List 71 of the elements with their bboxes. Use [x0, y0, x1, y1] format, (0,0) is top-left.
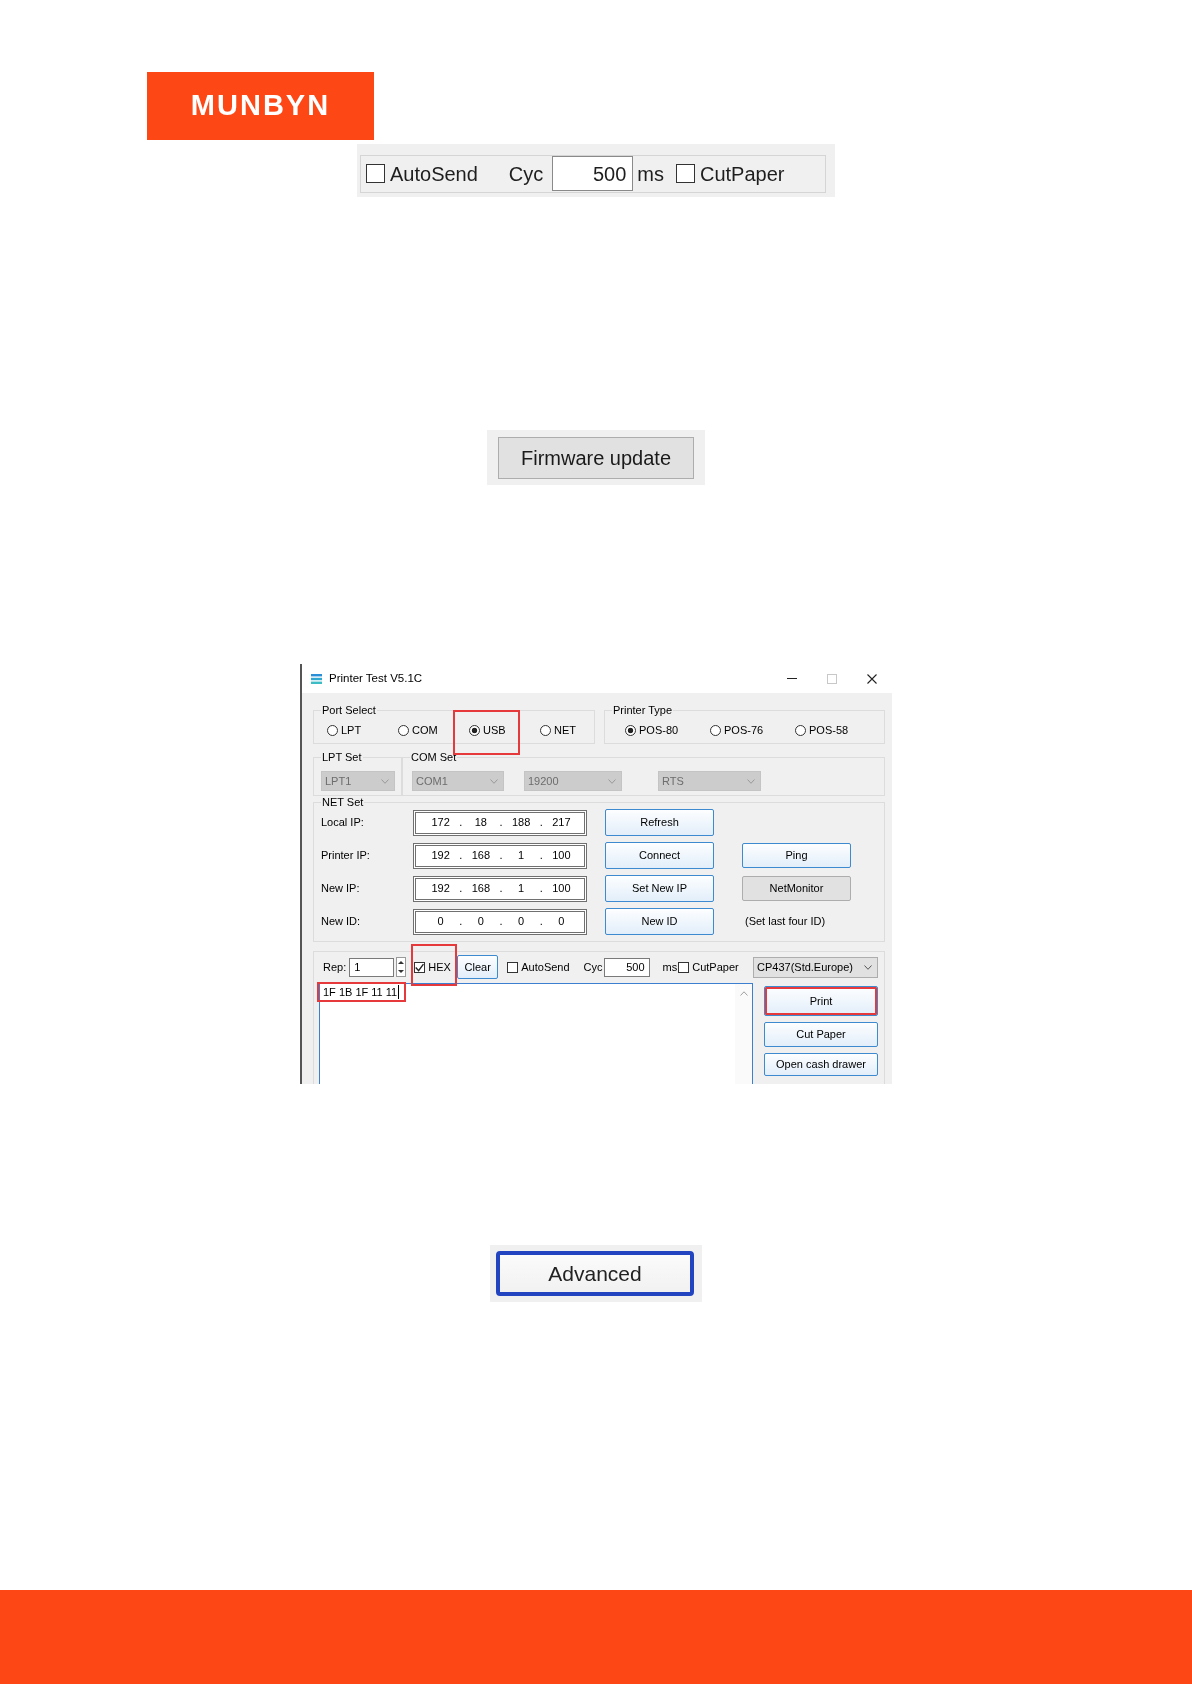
radio-label[interactable]: POS-76 [724, 723, 764, 737]
radio-button[interactable] [795, 724, 806, 736]
unit-label: ms [637, 161, 664, 186]
group-label: NET Set [321, 796, 365, 809]
radio-label[interactable]: COM [412, 723, 438, 737]
brand-logo: MUNBYN [147, 72, 374, 140]
radio-label[interactable]: POS-80 [639, 723, 679, 737]
text-input-area[interactable]: 1F 1B 1F 11 11 [319, 983, 753, 1084]
field-label: Printer IP: [321, 849, 371, 862]
repeat-count-field[interactable]: 1 [349, 957, 395, 977]
net-monitor-button[interactable]: NetMonitor [742, 876, 851, 901]
checkmark-icon [415, 962, 425, 972]
close-icon[interactable] [867, 673, 877, 684]
checkbox[interactable] [414, 961, 426, 973]
checkbox-label[interactable]: CutPaper [692, 960, 739, 974]
ip-address-field[interactable]: 0 . 0 . 0 . 0 [413, 908, 587, 935]
input-text: 1F 1B 1F 11 11 [323, 985, 400, 999]
open-cash-drawer-button[interactable]: Open cash drawer [764, 1053, 878, 1076]
print-button[interactable]: Print [764, 986, 878, 1016]
stacked-bars-icon [311, 673, 322, 684]
ip-address-field[interactable]: 172 . 18 . 188 . 217 [413, 809, 587, 836]
checkbox-label: AutoSend [390, 161, 478, 186]
spinner[interactable] [396, 957, 407, 977]
new-id-button[interactable]: New ID [605, 908, 714, 935]
radio-label[interactable]: LPT [341, 723, 362, 737]
ip-address-field[interactable]: 192 . 168 . 1 . 100 [413, 842, 587, 869]
checkbox[interactable] [366, 164, 385, 183]
clear-button[interactable]: Clear [457, 955, 499, 979]
connect-button[interactable]: Connect [605, 842, 714, 869]
dropdown[interactable]: CP437(Std.Europe) [753, 956, 878, 978]
checkbox[interactable] [676, 164, 695, 183]
radio-button[interactable] [398, 724, 409, 736]
checkbox-label: CutPaper [700, 161, 785, 186]
group-label: Printer Type [612, 704, 674, 717]
checkbox[interactable] [507, 961, 519, 973]
chevron-down-icon[interactable] [864, 964, 872, 970]
firmware-update-button[interactable]: Firmware update [498, 437, 694, 479]
group-label: Port Select [321, 704, 377, 717]
window-title: Printer Test V5.1C [329, 672, 423, 685]
ip-address-field[interactable]: 192 . 168 . 1 . 100 [413, 875, 587, 902]
up-arrow-icon[interactable] [398, 961, 405, 964]
radio-button[interactable] [625, 724, 636, 736]
radio-label[interactable]: NET [554, 723, 576, 737]
field-label: New IP: [321, 882, 361, 895]
checkbox-label[interactable]: AutoSend [521, 960, 570, 974]
field-label: Local IP: [321, 816, 365, 829]
radio-button[interactable] [710, 724, 721, 736]
ping-button[interactable]: Ping [742, 843, 851, 868]
cut-paper-button[interactable]: Cut Paper [764, 1022, 878, 1047]
radio-button[interactable] [469, 724, 480, 736]
interval-label: Cyc [508, 161, 544, 186]
down-arrow-icon[interactable] [398, 970, 405, 973]
interval-field[interactable]: 500 [552, 156, 634, 191]
repeat-label: Rep: [323, 960, 347, 974]
radio-label[interactable]: POS-58 [809, 723, 849, 737]
radio-button[interactable] [540, 724, 551, 736]
checkbox[interactable] [678, 961, 690, 973]
unit-label: ms [662, 960, 678, 974]
radio-button[interactable] [327, 724, 338, 736]
set-new-ip-button[interactable]: Set New IP [605, 875, 714, 902]
group-label: LPT Set [321, 751, 363, 764]
interval-field[interactable]: 500 [603, 957, 650, 977]
checkbox-label[interactable]: HEX [428, 960, 451, 974]
radio-label[interactable]: USB [483, 723, 506, 737]
scrollbar[interactable] [735, 984, 752, 1084]
advanced-button[interactable]: Advanced [496, 1251, 694, 1296]
field-label: New ID: [321, 915, 362, 928]
group-label: COM Set [410, 751, 458, 764]
hint-text: (Set last four ID) [745, 915, 826, 928]
refresh-button[interactable]: Refresh [605, 809, 714, 836]
interval-label: Cyc [583, 960, 603, 974]
